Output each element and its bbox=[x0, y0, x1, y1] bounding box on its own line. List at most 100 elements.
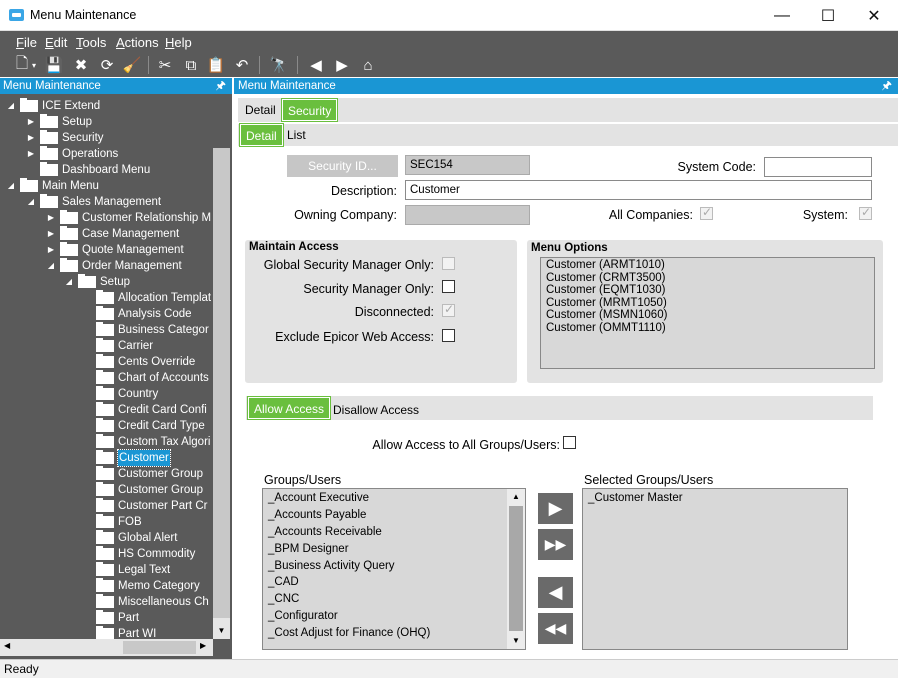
description-field[interactable]: Customer bbox=[405, 180, 872, 200]
subtab-list[interactable]: List bbox=[282, 124, 311, 146]
forward-icon[interactable]: ▶ bbox=[332, 55, 352, 75]
tree-node[interactable]: Country bbox=[0, 386, 213, 402]
cut-icon[interactable]: ✂ bbox=[155, 55, 175, 75]
tree-node[interactable]: Credit Card Type bbox=[0, 418, 213, 434]
list-item[interactable]: _Accounts Receivable bbox=[263, 524, 507, 541]
groups-scroll-down-icon[interactable]: ▼ bbox=[507, 633, 525, 649]
tree-node[interactable]: ▶ Quote Management bbox=[0, 242, 213, 258]
tab-disallow-access[interactable]: Disallow Access bbox=[328, 399, 424, 421]
tree-node[interactable]: ▶ Security bbox=[0, 130, 213, 146]
tree-node[interactable]: Memo Category bbox=[0, 578, 213, 594]
tab-detail[interactable]: Detail bbox=[240, 99, 281, 121]
menu-options-list[interactable]: Customer (ARMT1010) Customer (CRMT3500) … bbox=[540, 257, 875, 369]
clear-icon[interactable]: 🧹 bbox=[122, 55, 142, 75]
collapsed-arrow-icon[interactable]: ▶ bbox=[46, 242, 56, 258]
tree-node[interactable]: Customer Group bbox=[0, 482, 213, 498]
collapsed-arrow-icon[interactable]: ▶ bbox=[26, 130, 36, 146]
collapsed-arrow-icon[interactable]: ▶ bbox=[46, 226, 56, 242]
tree-node[interactable]: Global Alert bbox=[0, 530, 213, 546]
close-button[interactable]: ✕ bbox=[851, 0, 897, 31]
list-item[interactable]: Customer (ARMT1010) bbox=[541, 259, 874, 272]
expanded-arrow-icon[interactable]: ◢ bbox=[26, 194, 36, 210]
list-item[interactable]: Customer (OMMT1110) bbox=[541, 322, 874, 335]
refresh-icon[interactable]: ⟳ bbox=[97, 55, 117, 75]
search-icon[interactable]: 🔭 bbox=[269, 55, 289, 75]
all-companies-checkbox[interactable] bbox=[700, 205, 713, 220]
security-id-field[interactable]: SEC154 bbox=[405, 155, 530, 175]
disconnected-checkbox[interactable] bbox=[442, 302, 455, 317]
tree-node[interactable]: Business Categor bbox=[0, 322, 213, 338]
tree-node[interactable]: Credit Card Confi bbox=[0, 402, 213, 418]
save-icon[interactable]: 💾 bbox=[44, 55, 64, 75]
tab-allow-access[interactable]: Allow Access bbox=[246, 396, 332, 420]
tree-node[interactable]: Chart of Accounts bbox=[0, 370, 213, 386]
tree-node[interactable]: Carrier bbox=[0, 338, 213, 354]
list-item[interactable]: Customer (EQMT1030) bbox=[541, 284, 874, 297]
subtab-detail[interactable]: Detail bbox=[239, 123, 284, 147]
tree-vertical-scroll-thumb[interactable] bbox=[213, 148, 230, 618]
collapsed-arrow-icon[interactable]: ▶ bbox=[26, 146, 36, 162]
tree-scroll-right-icon[interactable]: ▶ bbox=[200, 641, 206, 650]
menu-file[interactable]: File bbox=[16, 35, 37, 50]
tree-node[interactable]: Part bbox=[0, 610, 213, 626]
list-item[interactable]: Customer (CRMT3500) bbox=[541, 272, 874, 285]
tree-node[interactable]: Dashboard Menu bbox=[0, 162, 213, 178]
menu-tree[interactable]: ◢ ICE Extend ▶ Setup ▶ Security ▶ Operations Das… bbox=[0, 94, 232, 659]
expanded-arrow-icon[interactable]: ◢ bbox=[46, 258, 56, 274]
list-item[interactable]: _BPM Designer bbox=[263, 541, 507, 558]
copy-icon[interactable]: ⧉ bbox=[181, 55, 201, 75]
tree-node[interactable]: ◢ Setup bbox=[0, 274, 213, 290]
tree-node[interactable]: Customer Part Cr bbox=[0, 498, 213, 514]
undo-icon[interactable]: ↶ bbox=[232, 55, 252, 75]
system-checkbox[interactable] bbox=[859, 205, 872, 220]
tree-node[interactable]: Customer bbox=[0, 449, 213, 467]
menu-tools[interactable]: Tools bbox=[76, 35, 106, 50]
pin-icon[interactable]: 🖈 bbox=[215, 78, 226, 94]
move-right-button[interactable]: ▶ bbox=[538, 493, 573, 524]
groups-scroll-thumb[interactable] bbox=[509, 506, 523, 631]
list-item[interactable]: _Accounts Payable bbox=[263, 507, 507, 524]
allow-all-checkbox[interactable] bbox=[563, 436, 576, 449]
move-left-button[interactable]: ◀ bbox=[538, 577, 573, 608]
collapsed-arrow-icon[interactable]: ▶ bbox=[26, 114, 36, 130]
tree-node[interactable]: ▶ Operations bbox=[0, 146, 213, 162]
home-icon[interactable]: ⌂ bbox=[358, 55, 378, 75]
tree-node[interactable]: Custom Tax Algori bbox=[0, 434, 213, 450]
tree-node[interactable]: Legal Text bbox=[0, 562, 213, 578]
tree-node[interactable]: ◢ Sales Management bbox=[0, 194, 213, 210]
tree-node[interactable]: ▶ Customer Relationship M bbox=[0, 210, 213, 226]
groups-scroll-up-icon[interactable]: ▲ bbox=[507, 489, 525, 505]
tree-node[interactable]: ◢ Main Menu bbox=[0, 178, 213, 194]
move-all-right-button[interactable]: ▶▶ bbox=[538, 529, 573, 560]
list-item[interactable]: _Account Executive bbox=[263, 490, 507, 507]
tree-horizontal-scroll-thumb[interactable] bbox=[123, 641, 196, 654]
list-item[interactable]: Customer (MSMN1060) bbox=[541, 309, 874, 322]
expanded-arrow-icon[interactable]: ◢ bbox=[64, 274, 74, 290]
menu-actions[interactable]: Actions bbox=[116, 35, 159, 50]
security-id-button[interactable]: Security ID... bbox=[287, 155, 398, 177]
delete-icon[interactable]: ✖ bbox=[71, 55, 91, 75]
tree-node[interactable]: ◢ Order Management bbox=[0, 258, 213, 274]
selected-groups-list[interactable]: _Customer Master bbox=[582, 488, 848, 650]
list-item[interactable]: Customer (MRMT1050) bbox=[541, 297, 874, 310]
expanded-arrow-icon[interactable]: ◢ bbox=[6, 178, 16, 194]
global-security-checkbox[interactable] bbox=[442, 257, 455, 270]
menu-edit[interactable]: Edit bbox=[45, 35, 67, 50]
tree-node[interactable]: Cents Override bbox=[0, 354, 213, 370]
list-item[interactable]: _Business Activity Query bbox=[263, 558, 507, 575]
move-all-left-button[interactable]: ◀◀ bbox=[538, 613, 573, 644]
maximize-button[interactable]: ☐ bbox=[805, 0, 851, 31]
list-item[interactable]: _CNC bbox=[263, 591, 507, 608]
list-item[interactable]: _Cost Adjust for Finance (OHQ) bbox=[263, 625, 507, 642]
tree-node[interactable]: HS Commodity bbox=[0, 546, 213, 562]
owning-company-field[interactable] bbox=[405, 205, 530, 225]
list-item[interactable]: _Configurator bbox=[263, 608, 507, 625]
pin-icon[interactable]: 🖈 bbox=[881, 78, 892, 94]
tree-node[interactable]: Allocation Templat bbox=[0, 290, 213, 306]
tree-node[interactable]: Analysis Code bbox=[0, 306, 213, 322]
groups-users-list[interactable]: _Account Executive _Accounts Payable _Acco… bbox=[262, 488, 526, 650]
tree-node[interactable]: ▶ Setup bbox=[0, 114, 213, 130]
expanded-arrow-icon[interactable]: ◢ bbox=[6, 98, 16, 114]
tree-scroll-down-icon[interactable]: ▼ bbox=[214, 624, 229, 638]
exclude-web-checkbox[interactable] bbox=[442, 329, 455, 342]
